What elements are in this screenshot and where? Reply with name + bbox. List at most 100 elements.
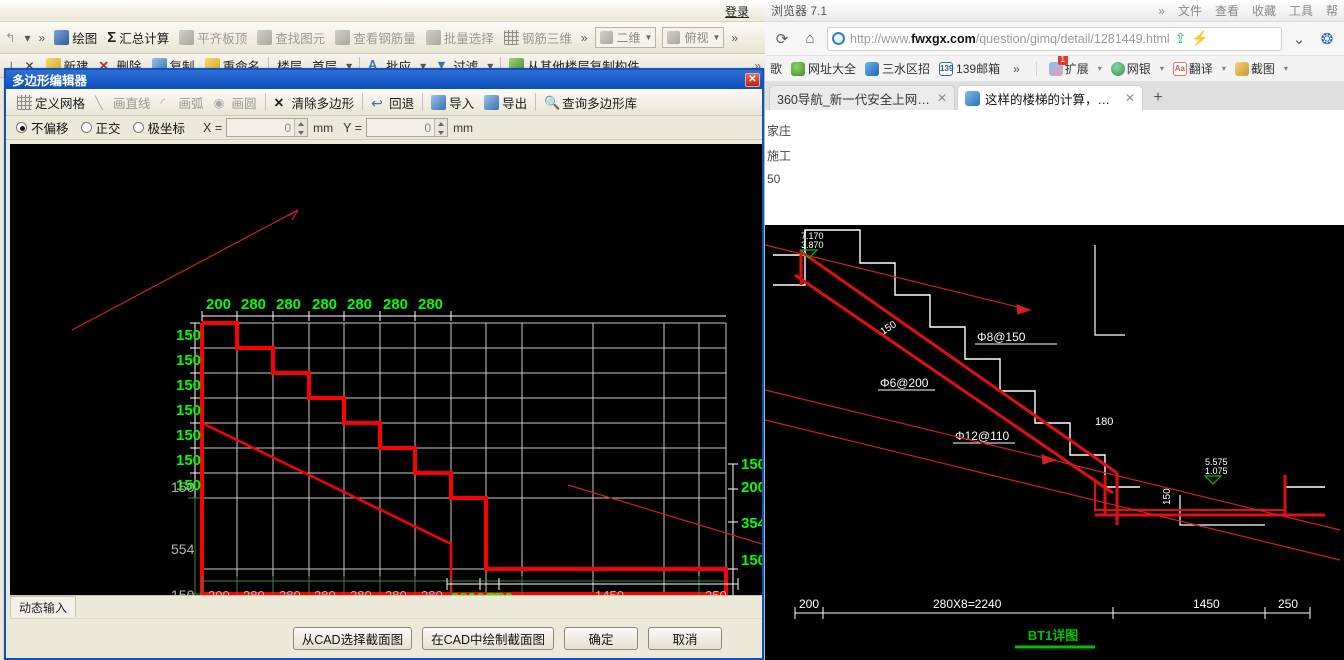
close-icon-tab-2[interactable]: ✕ xyxy=(1125,91,1135,105)
bookmark-song[interactable]: 歌 xyxy=(770,60,782,77)
menu-help[interactable]: 帮 xyxy=(1326,2,1338,19)
toolbar-item-find-element[interactable]: 查找图元 xyxy=(252,26,330,49)
reload-icon[interactable]: ⟳ xyxy=(771,28,793,50)
bookmarks-overflow-icon[interactable]: » xyxy=(1009,62,1024,76)
dialog-divider-1 xyxy=(264,93,266,111)
select-from-cad-button[interactable]: 从CAD选择截面图 xyxy=(292,627,413,650)
browser-tab-strip: 360导航_新一代安全上网导航 ✕ 这样的楼梯的计算，怎么计算？ ✕ + xyxy=(765,82,1344,110)
ext-caret-4[interactable]: ▾ xyxy=(1284,64,1288,73)
radio-orthogonal-label: 正交 xyxy=(95,122,121,136)
tool-clear-polygon[interactable]: ✕ 清除多边形 xyxy=(269,91,360,114)
glodon-application: 登录 ↰ ▾ » 绘图 Σ 汇总计算 平齐板顶 查找图元 查看钢筋量 批量选择 … xyxy=(0,0,765,660)
tool-define-grid[interactable]: 定义网格 xyxy=(12,91,90,114)
toolbar-item-align-slab[interactable]: 平齐板顶 xyxy=(174,26,252,49)
menu-tools[interactable]: 工具 xyxy=(1289,2,1313,19)
ext-caret-1[interactable]: ▾ xyxy=(1098,64,1102,73)
site-icon xyxy=(832,32,845,45)
tool-undo-label: 回退 xyxy=(389,96,415,111)
draw-in-cad-button[interactable]: 在CAD中绘制截面图 xyxy=(422,627,554,650)
tool-query-polygon-library[interactable]: 🔍 查询多边形库 xyxy=(539,91,642,114)
extension-screenshot[interactable]: 截图 xyxy=(1234,60,1275,77)
polygon-canvas[interactable]: 200 280 280 280 280 280 280 150 150 150 … xyxy=(10,144,762,617)
tool-import[interactable]: 导入 xyxy=(426,91,479,114)
x-spinner-arrows[interactable] xyxy=(294,119,308,136)
new-tab-button[interactable]: + xyxy=(1145,86,1171,110)
y-input[interactable] xyxy=(367,119,435,136)
url-host: fwxgx.com xyxy=(911,31,976,46)
radio-no-offset[interactable]: 不偏移 xyxy=(16,118,69,137)
toolbar-item-batch-select[interactable]: 批量选择 xyxy=(421,26,499,49)
ok-button[interactable]: 确定 xyxy=(564,627,638,650)
toolbar-item-view-rebar[interactable]: 查看钢筋量 xyxy=(330,26,421,49)
lightning-icon[interactable]: ⚡ xyxy=(1191,30,1208,47)
left-dim-4: 150 xyxy=(176,427,201,444)
close-icon-tab-1[interactable]: ✕ xyxy=(937,91,947,105)
x-spinner[interactable] xyxy=(226,118,309,137)
right-dim-2: 354 xyxy=(741,515,762,532)
dynamic-input-tab[interactable]: 动态输入 xyxy=(10,596,77,617)
chevron-down-icon-2: ▼ xyxy=(712,33,721,42)
rebar-label-0: Φ8@150 xyxy=(977,330,1026,344)
address-bar[interactable]: http://www.fwxgx.com/question/gimq/detai… xyxy=(827,26,1282,51)
tool-draw-line[interactable]: ╲ 画直线 xyxy=(90,91,156,114)
tool-undo[interactable]: ↩ 回退 xyxy=(366,91,419,114)
app-top-bar: 登录 xyxy=(0,0,765,22)
chevron-down-icon-nav[interactable]: ⌄ xyxy=(1288,28,1310,50)
undo-dropdown-caret[interactable]: ▾ xyxy=(20,31,34,45)
paw-icon[interactable]: ❂ xyxy=(1316,28,1338,50)
ext-caret-2[interactable]: ▾ xyxy=(1160,64,1164,73)
y-spinner-arrows[interactable] xyxy=(434,119,448,136)
bookmark-mail[interactable]: 139 139邮箱 xyxy=(939,60,1000,77)
login-link[interactable]: 登录 xyxy=(725,3,749,20)
toolbar-item-view-rebar-label: 查看钢筋量 xyxy=(353,32,416,46)
y-label: Y = xyxy=(343,120,363,135)
bookmark-bid-site[interactable]: 三水区招 xyxy=(865,60,930,77)
small-dim-0: 180 xyxy=(1095,416,1113,428)
binoculars-icon xyxy=(257,30,273,45)
undo-icon[interactable]: ↰ xyxy=(0,28,20,47)
tab-360-nav-label: 360导航_新一代安全上网导航 xyxy=(777,92,932,107)
y-spinner[interactable] xyxy=(366,118,449,137)
ext-caret-3[interactable]: ▾ xyxy=(1222,64,1226,73)
radio-polar[interactable]: 极坐标 xyxy=(132,118,186,137)
extension-bank[interactable]: 网银 xyxy=(1110,60,1151,77)
radio-orthogonal[interactable]: 正交 xyxy=(80,118,121,137)
toolbar-item-rebar-3d[interactable]: 钢筋三维 xyxy=(499,26,577,49)
top-dim-1: 280 xyxy=(241,296,266,313)
extension-ext[interactable]: 扩展 1 xyxy=(1048,56,1089,77)
bookmark-nav-site[interactable]: 网址大全 xyxy=(791,60,856,77)
tool-export[interactable]: 导出 xyxy=(479,91,532,114)
toolbar-overflow-right[interactable]: » xyxy=(727,31,742,45)
tool-draw-circle[interactable]: ◉ 画圆 xyxy=(209,91,262,114)
menu-overflow-icon[interactable]: » xyxy=(1158,4,1165,18)
menu-view[interactable]: 查看 xyxy=(1215,2,1239,19)
page-side-1: 施工 xyxy=(767,149,792,163)
view-mode-combo[interactable]: 二维 ▼ xyxy=(594,27,657,48)
toolbar-item-summary[interactable]: Σ 汇总计算 xyxy=(102,26,174,49)
tool-draw-arc[interactable]: ◜ 画弧 xyxy=(156,91,209,114)
menu-favorites[interactable]: 收藏 xyxy=(1252,2,1276,19)
dialog-title-bar[interactable]: 多边形编辑器 ✕ xyxy=(6,70,762,89)
tool-query-polygon-library-label: 查询多边形库 xyxy=(562,96,638,111)
rebar3d-icon xyxy=(503,30,519,45)
toolbar-overflow-left[interactable]: » xyxy=(35,31,50,45)
x-input[interactable] xyxy=(227,119,295,136)
view-angle-combo[interactable]: 俯视 ▼ xyxy=(662,27,725,48)
tab-360-nav[interactable]: 360导航_新一代安全上网导航 ✕ xyxy=(769,85,955,110)
page-side-2: 50 xyxy=(767,172,781,186)
close-icon[interactable]: ✕ xyxy=(745,72,760,87)
left-dim-3: 150 xyxy=(176,402,201,419)
tab-stair-question[interactable]: 这样的楼梯的计算，怎么计算？ ✕ xyxy=(957,85,1143,110)
share-icon[interactable]: ⇪ xyxy=(1175,30,1187,47)
top-dim-0: 200 xyxy=(206,296,231,313)
toolbar-overflow-mid[interactable]: » xyxy=(577,31,592,45)
extension-translate[interactable]: Aa 翻译 xyxy=(1172,60,1213,77)
home-icon[interactable]: ⌂ xyxy=(799,28,821,50)
cancel-button[interactable]: 取消 xyxy=(648,627,722,650)
radio-polar-label: 极坐标 xyxy=(147,122,186,136)
radio-no-offset-dot xyxy=(16,122,27,133)
toolbar-item-draw[interactable]: 绘图 xyxy=(49,26,102,49)
tool-draw-line-label: 画直线 xyxy=(113,96,151,111)
page-content-top: 家庄 施工 50 xyxy=(765,110,1344,225)
menu-file[interactable]: 文件 xyxy=(1178,2,1202,19)
